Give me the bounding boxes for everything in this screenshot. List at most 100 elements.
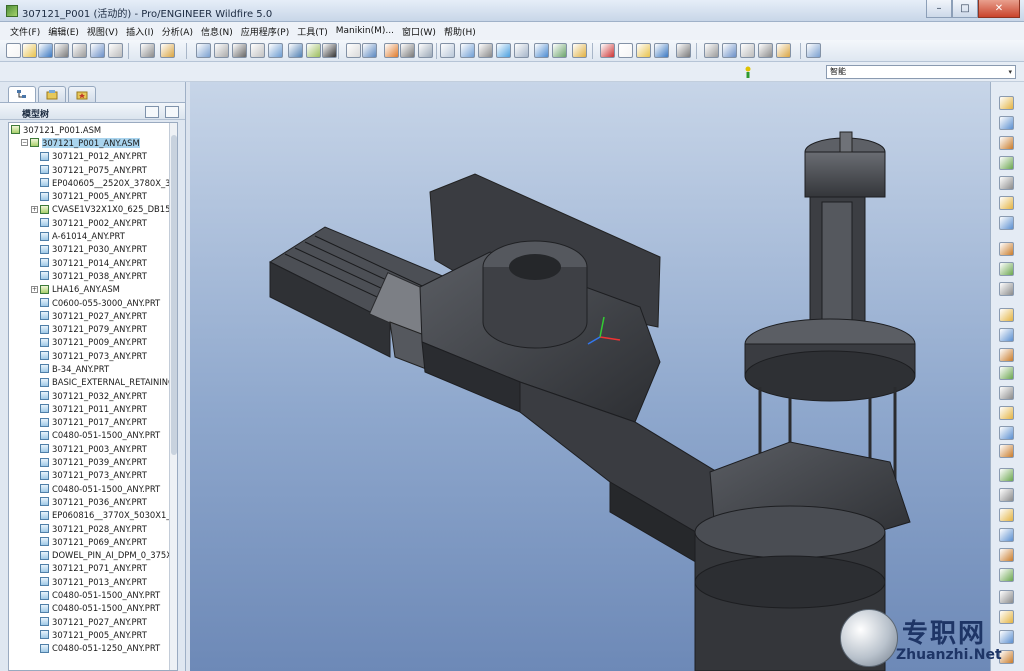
- menu-item[interactable]: 工具(T): [293, 25, 332, 38]
- close-button[interactable]: ✕: [978, 0, 1020, 18]
- collapse-icon[interactable]: −: [21, 139, 28, 147]
- analysis-icon[interactable]: [999, 196, 1014, 210]
- tree-row[interactable]: B-34_ANY.PRT: [9, 362, 177, 375]
- robot-assembly-model[interactable]: [190, 82, 990, 671]
- tree-row[interactable]: − 307121_P001_ANY.ASM: [9, 136, 177, 149]
- tree-row[interactable]: 307121_P011_ANY.PRT: [9, 402, 177, 415]
- datum-axes-icon[interactable]: [654, 43, 669, 58]
- tree-row[interactable]: C0480-051-1500_ANY.PRT: [9, 602, 177, 615]
- tree-row[interactable]: 307121_P002_ANY.PRT: [9, 216, 177, 229]
- datum-points-icon[interactable]: [676, 43, 691, 58]
- csys-icon[interactable]: [999, 176, 1014, 190]
- blend-icon[interactable]: [999, 308, 1014, 322]
- datum-point-icon[interactable]: [999, 156, 1014, 170]
- tree-row[interactable]: 307121_P038_ANY.PRT: [9, 269, 177, 282]
- tree-row[interactable]: 307121_P013_ANY.PRT: [9, 575, 177, 588]
- tree-row[interactable]: 307121_P001.ASM: [9, 123, 177, 136]
- tree-row[interactable]: 307121_P014_ANY.PRT: [9, 256, 177, 269]
- tree-row[interactable]: + CVASE1V32X1X0_625_DB15_L: [9, 203, 177, 216]
- refit-icon[interactable]: [460, 43, 475, 58]
- tree-row[interactable]: 307121_P028_ANY.PRT: [9, 522, 177, 535]
- repaint-icon[interactable]: [346, 43, 361, 58]
- tree-row[interactable]: 307121_P032_ANY.PRT: [9, 389, 177, 402]
- menu-item[interactable]: 信息(N): [197, 25, 237, 38]
- redo-icon[interactable]: [160, 43, 175, 58]
- datum-planes-icon[interactable]: [636, 43, 651, 58]
- menu-item[interactable]: 文件(F): [6, 25, 44, 38]
- paste-icon[interactable]: [232, 43, 247, 58]
- minimize-button[interactable]: –: [926, 0, 952, 18]
- csys-icon[interactable]: [704, 43, 719, 58]
- merge-icon[interactable]: [999, 488, 1014, 502]
- extrude-icon[interactable]: [999, 242, 1014, 256]
- annotation-icon[interactable]: [722, 43, 737, 58]
- scrollbar-thumb[interactable]: [171, 135, 177, 455]
- tree-row[interactable]: EP040605__2520X_3780X_313_: [9, 176, 177, 189]
- new-icon[interactable]: [758, 43, 773, 58]
- tree-row[interactable]: 307121_P073_ANY.PRT: [9, 349, 177, 362]
- menu-item[interactable]: 分析(A): [158, 25, 197, 38]
- shell-icon[interactable]: [999, 348, 1014, 362]
- tree-row[interactable]: 307121_P003_ANY.PRT: [9, 442, 177, 455]
- save-icon[interactable]: [806, 43, 821, 58]
- tree-row[interactable]: 307121_P079_ANY.PRT: [9, 322, 177, 335]
- zoom-out-icon[interactable]: [440, 43, 455, 58]
- boundary-blend-icon[interactable]: [999, 548, 1014, 562]
- open-icon[interactable]: [776, 43, 791, 58]
- enhanced-realism-icon[interactable]: [618, 43, 633, 58]
- saved-views-icon[interactable]: [496, 43, 511, 58]
- open-icon[interactable]: [22, 43, 37, 58]
- wireframe-icon[interactable]: [534, 43, 549, 58]
- revolve-icon[interactable]: [999, 262, 1014, 276]
- tree-row[interactable]: 307121_P017_ANY.PRT: [9, 416, 177, 429]
- copy-print-icon[interactable]: [108, 43, 123, 58]
- sketched-curve-icon[interactable]: [999, 136, 1014, 150]
- tree-row[interactable]: C0600-055-3000_ANY.PRT: [9, 296, 177, 309]
- sketch-icon[interactable]: [999, 216, 1014, 230]
- chamfer-icon[interactable]: [999, 426, 1014, 440]
- tree-row[interactable]: 307121_P009_ANY.PRT: [9, 336, 177, 349]
- tab-model-tree[interactable]: [8, 86, 36, 102]
- undo-icon[interactable]: [140, 43, 155, 58]
- menu-item[interactable]: 窗口(W): [398, 25, 440, 38]
- help-icon[interactable]: [740, 43, 755, 58]
- tree-row[interactable]: 307121_P071_ANY.PRT: [9, 562, 177, 575]
- new-icon[interactable]: [6, 43, 21, 58]
- select-icon[interactable]: [322, 43, 337, 58]
- find-icon[interactable]: [288, 43, 303, 58]
- hidden-line-icon[interactable]: [552, 43, 567, 58]
- orient-icon[interactable]: [384, 43, 399, 58]
- tree-row[interactable]: 307121_P036_ANY.PRT: [9, 495, 177, 508]
- menu-item[interactable]: 帮助(H): [440, 25, 480, 38]
- print-icon[interactable]: [54, 43, 69, 58]
- tab-favorites[interactable]: [68, 86, 96, 102]
- expand-icon[interactable]: +: [31, 285, 38, 293]
- tree-show-button[interactable]: [165, 106, 179, 118]
- layers-icon[interactable]: [514, 43, 529, 58]
- tree-row[interactable]: C0480-051-1500_ANY.PRT: [9, 482, 177, 495]
- tree-row[interactable]: DOWEL_PIN_AI_DPM_0_375X1: [9, 549, 177, 562]
- variable-sweep-icon[interactable]: [999, 282, 1014, 296]
- shading-icon[interactable]: [600, 43, 615, 58]
- hole-icon[interactable]: [999, 328, 1014, 342]
- tree-row[interactable]: 307121_P027_ANY.PRT: [9, 615, 177, 628]
- tab-folder-browser[interactable]: [38, 86, 66, 102]
- datum-plane-icon[interactable]: [999, 96, 1014, 110]
- tree-row[interactable]: 307121_P012_ANY.PRT: [9, 150, 177, 163]
- extend-icon[interactable]: [999, 590, 1014, 604]
- copy-icon[interactable]: [214, 43, 229, 58]
- menu-item[interactable]: 插入(I): [122, 25, 158, 38]
- trim-icon[interactable]: [999, 508, 1014, 522]
- tree-row[interactable]: C0480-051-1250_ANY.PRT: [9, 642, 177, 655]
- tree-row[interactable]: 307121_P075_ANY.PRT: [9, 163, 177, 176]
- model-tree-scrollbar[interactable]: [169, 123, 177, 670]
- cut-icon[interactable]: [196, 43, 211, 58]
- pan-icon[interactable]: [400, 43, 415, 58]
- regenerate-icon[interactable]: [268, 43, 283, 58]
- tree-row[interactable]: 307121_P005_ANY.PRT: [9, 628, 177, 641]
- pattern-icon[interactable]: [999, 528, 1014, 542]
- tree-row[interactable]: + LHA16_ANY.ASM: [9, 283, 177, 296]
- tree-row[interactable]: 307121_P039_ANY.PRT: [9, 455, 177, 468]
- tree-row[interactable]: 307121_P027_ANY.PRT: [9, 309, 177, 322]
- menu-item[interactable]: 视图(V): [83, 25, 122, 38]
